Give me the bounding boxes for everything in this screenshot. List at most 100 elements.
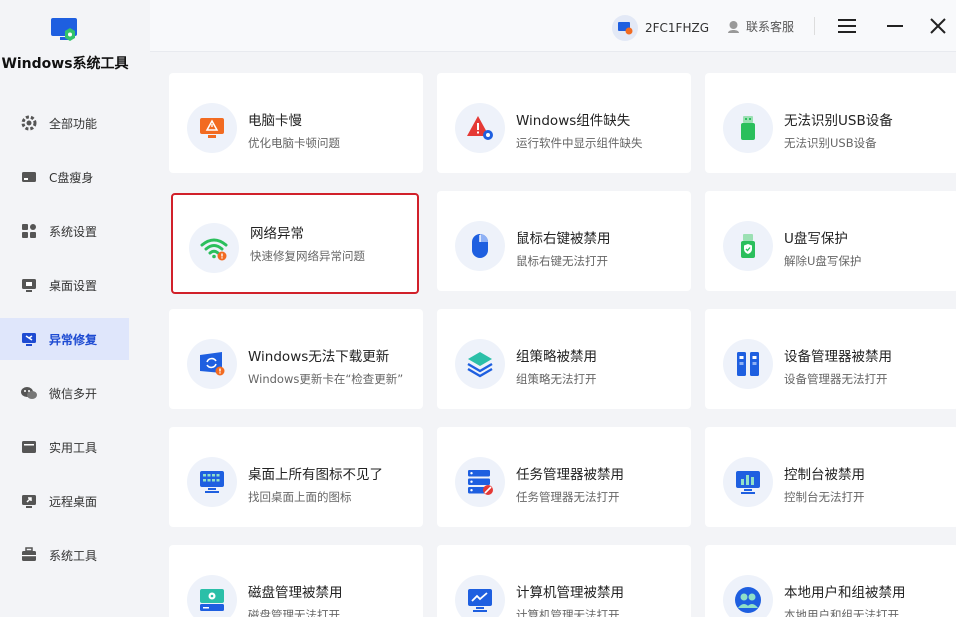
card-group-policy[interactable]: 组策略被禁用 组策略无法打开 [437, 309, 691, 409]
card-icon-bg [455, 221, 505, 271]
close-icon[interactable] [926, 14, 950, 38]
card-icon-bg [723, 339, 773, 389]
card-desc: 找回桌面上面的图标 [248, 490, 352, 504]
sidebar-nav: 全部功能 C盘瘦身 系统设置 桌面设置 异常修复 微信多开 实用工具 远程桌面 [0, 102, 129, 588]
card-title: 鼠标右键被禁用 [516, 231, 611, 247]
card-computer-management[interactable]: 计算机管理被禁用 计算机管理无法打开 [437, 545, 691, 617]
sidebar-item-c-drive[interactable]: C盘瘦身 [0, 156, 129, 198]
usb-shield-icon [741, 234, 755, 258]
header: 2FC1FHZG 联系客服 [150, 0, 956, 52]
sidebar-item-remote-desktop[interactable]: 远程桌面 [0, 480, 129, 522]
card-icon-bg [187, 575, 237, 617]
card-icon-bg [723, 221, 773, 271]
card-icon-bg [187, 457, 237, 507]
card-icon-bg [723, 457, 773, 507]
sidebar-item-label: 全部功能 [49, 116, 98, 131]
sidebar-item-label: 实用工具 [49, 440, 98, 455]
card-title: Windows组件缺失 [516, 113, 631, 129]
menu-icon[interactable] [835, 14, 859, 38]
drive-icon [22, 172, 36, 182]
logo: Windows系统工具 [0, 0, 150, 80]
card-title: 任务管理器被禁用 [516, 467, 624, 483]
sidebar-item-wechat[interactable]: 微信多开 [0, 372, 129, 414]
app-title: Windows系统工具 [1, 56, 129, 72]
sidebar-item-label: 异常修复 [49, 332, 98, 347]
card-title: 本地用户和组被禁用 [784, 585, 906, 601]
card-desc: 解除U盘写保护 [784, 254, 862, 268]
card-network-error[interactable]: 网络异常 快速修复网络异常问题 [171, 193, 419, 294]
sidebar-item-label: 系统工具 [49, 548, 98, 563]
card-slow-pc[interactable]: 电脑卡慢 优化电脑卡顿问题 [169, 73, 423, 173]
card-desc: 设备管理器无法打开 [784, 372, 888, 386]
slow-pc-icon [200, 118, 224, 138]
card-title: 组策略被禁用 [516, 349, 597, 365]
support-link[interactable]: 联系客服 [726, 18, 794, 35]
user-id: 2FC1FHZG [645, 21, 709, 35]
grid-icon [22, 224, 36, 238]
card-windows-component[interactable]: Windows组件缺失 运行软件中显示组件缺失 [437, 73, 691, 173]
card-device-manager[interactable]: 设备管理器被禁用 设备管理器无法打开 [705, 309, 956, 409]
card-icon-bg [455, 575, 505, 617]
card-local-users-groups[interactable]: 本地用户和组被禁用 本地用户和组无法打开 [705, 545, 956, 617]
sidebar-item-utility-tools[interactable]: 实用工具 [0, 426, 129, 468]
user-account[interactable]: 2FC1FHZG [612, 15, 709, 41]
sidebar-item-label: 桌面设置 [49, 278, 98, 293]
sidebar-item-label: C盘瘦身 [49, 170, 94, 185]
mouse-icon [472, 234, 488, 258]
sidebar-item-repair[interactable]: 异常修复 [0, 318, 129, 360]
header-divider [814, 17, 815, 35]
card-title: Windows无法下载更新 [248, 349, 390, 365]
card-windows-update[interactable]: Windows无法下载更新 Windows更新卡在“检查更新” [169, 309, 423, 409]
card-title: 无法识别USB设备 [784, 113, 893, 129]
card-icon-bg [723, 575, 773, 617]
card-title: 磁盘管理被禁用 [248, 585, 343, 601]
briefcase-icon [22, 547, 36, 561]
sidebar-item-system-settings[interactable]: 系统设置 [0, 210, 129, 252]
computer-badge-icon [618, 22, 633, 35]
desktop-icons-icon [200, 471, 224, 493]
update-icon [200, 352, 225, 376]
card-desc: 任务管理器无法打开 [516, 490, 620, 504]
console-icon [736, 471, 760, 494]
card-icon-bg [187, 339, 237, 389]
card-title: 控制台被禁用 [784, 467, 865, 483]
card-disk-management[interactable]: 磁盘管理被禁用 磁盘管理无法打开 [169, 545, 423, 617]
support-label: 联系客服 [746, 20, 795, 34]
card-right-click-disabled[interactable]: 鼠标右键被禁用 鼠标右键无法打开 [437, 191, 691, 291]
card-desc: 运行软件中显示组件缺失 [516, 136, 643, 150]
users-icon [735, 587, 761, 613]
sidebar-item-label: 系统设置 [49, 224, 98, 239]
sidebar-item-system-tools[interactable]: 系统工具 [0, 534, 129, 576]
card-icon-bg [455, 457, 505, 507]
card-usb-not-recognized[interactable]: 无法识别USB设备 无法识别USB设备 [705, 73, 956, 173]
card-desc: 磁盘管理无法打开 [248, 608, 340, 617]
wifi-warning-icon [200, 238, 228, 261]
card-desc: 无法识别USB设备 [784, 136, 877, 150]
app-logo-icon [51, 18, 77, 41]
sidebar-item-all-functions[interactable]: 全部功能 [0, 102, 129, 144]
card-title: 网络异常 [250, 226, 304, 242]
gear-icon [21, 115, 37, 131]
card-title: 电脑卡慢 [248, 113, 302, 129]
repair-icon [22, 333, 36, 346]
disk-icon [200, 589, 224, 611]
card-icon-bg [189, 223, 239, 273]
card-console[interactable]: 控制台被禁用 控制台无法打开 [705, 427, 956, 527]
sidebar-item-label: 微信多开 [49, 386, 98, 401]
remote-icon [22, 495, 36, 508]
wechat-icon [21, 387, 37, 399]
card-desktop-icons-missing[interactable]: 桌面上所有图标不见了 找回桌面上面的图标 [169, 427, 423, 527]
card-desc: Windows更新卡在“检查更新” [248, 372, 404, 386]
sidebar-item-desktop-settings[interactable]: 桌面设置 [0, 264, 129, 306]
card-desc: 控制台无法打开 [784, 490, 865, 504]
avatar [612, 15, 638, 41]
card-desc: 优化电脑卡顿问题 [248, 136, 340, 150]
card-icon-bg [187, 103, 237, 153]
headset-icon [728, 21, 739, 33]
card-icon-bg [455, 103, 505, 153]
computer-management-icon [468, 589, 492, 612]
card-task-manager[interactable]: 任务管理器被禁用 任务管理器无法打开 [437, 427, 691, 527]
card-usb-write-protect[interactable]: U盘写保护 解除U盘写保护 [705, 191, 956, 291]
card-icon-bg [455, 339, 505, 389]
minimize-icon[interactable] [883, 14, 907, 38]
